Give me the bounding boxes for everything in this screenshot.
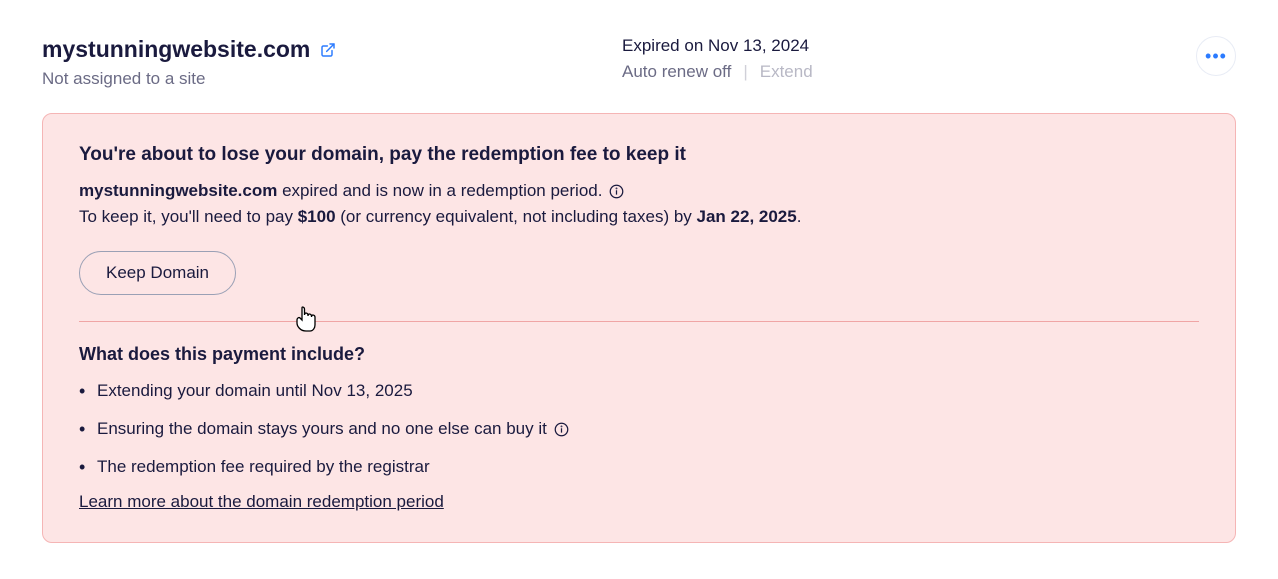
autorenew-status: Auto renew off — [622, 62, 731, 82]
includes-list: Extending your domain until Nov 13, 2025… — [79, 379, 1199, 478]
ellipsis-icon: ••• — [1205, 46, 1227, 67]
alert-domain: mystunningwebsite.com — [79, 181, 277, 200]
keep-domain-button[interactable]: Keep Domain — [79, 251, 236, 295]
vertical-divider: | — [743, 62, 747, 82]
info-icon[interactable] — [554, 422, 569, 437]
renewal-row: Auto renew off | Extend — [622, 62, 813, 82]
alert-line2-a: To keep it, you'll need to pay — [79, 207, 298, 226]
domain-header: mystunningwebsite.com Not assigned to a … — [42, 36, 1236, 89]
alert-deadline: Jan 22, 2025 — [697, 207, 797, 226]
alert-title: You're about to lose your domain, pay th… — [79, 144, 1199, 166]
list-item: Ensuring the domain stays yours and no o… — [97, 417, 1199, 441]
domain-name-row: mystunningwebsite.com — [42, 36, 402, 63]
alert-description: mystunningwebsite.com expired and is now… — [79, 178, 1199, 229]
list-item: The redemption fee required by the regis… — [97, 455, 1199, 479]
alert-amount: $100 — [298, 207, 336, 226]
list-item: Extending your domain until Nov 13, 2025 — [97, 379, 1199, 403]
includes-title: What does this payment include? — [79, 344, 1199, 365]
domain-assignment: Not assigned to a site — [42, 69, 402, 89]
include-text: The redemption fee required by the regis… — [97, 457, 430, 476]
domain-name: mystunningwebsite.com — [42, 36, 310, 63]
domain-block: mystunningwebsite.com Not assigned to a … — [42, 36, 402, 89]
expired-date: Expired on Nov 13, 2024 — [622, 36, 813, 56]
alert-divider — [79, 321, 1199, 322]
alert-line2-b: (or currency equivalent, not including t… — [336, 207, 697, 226]
info-icon[interactable] — [609, 184, 624, 199]
status-block: Expired on Nov 13, 2024 Auto renew off |… — [622, 36, 813, 89]
more-options-button[interactable]: ••• — [1196, 36, 1236, 76]
include-text: Extending your domain until Nov 13, 2025 — [97, 381, 413, 400]
learn-more-link[interactable]: Learn more about the domain redemption p… — [79, 492, 444, 512]
include-text: Ensuring the domain stays yours and no o… — [97, 419, 552, 438]
redemption-alert: You're about to lose your domain, pay th… — [42, 113, 1236, 543]
header-left: mystunningwebsite.com Not assigned to a … — [42, 36, 813, 89]
alert-line2-c: . — [797, 207, 802, 226]
external-link-icon[interactable] — [320, 42, 336, 58]
extend-link[interactable]: Extend — [760, 62, 813, 82]
alert-line1-text: expired and is now in a redemption perio… — [277, 181, 607, 200]
